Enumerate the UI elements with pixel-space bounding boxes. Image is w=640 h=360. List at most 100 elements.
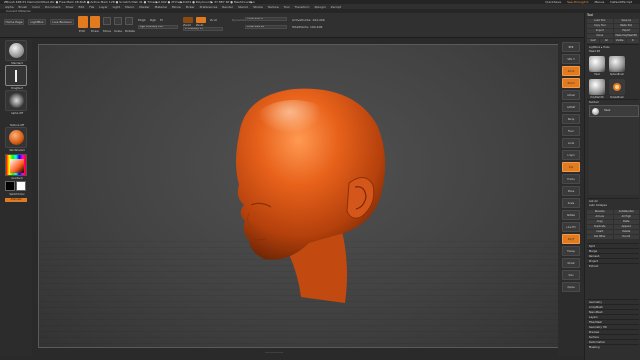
linefill-button[interactable]: Line Fill [562,222,580,232]
dynamic-label[interactable]: Dynamic [232,18,245,22]
spix-button[interactable]: SPix 3 [562,54,580,64]
m-label[interactable]: M [160,18,163,22]
save-as-button[interactable]: Save As [613,19,639,23]
delete-button[interactable]: Delete [613,230,639,234]
scale-icon[interactable] [114,17,122,25]
menu-edit[interactable]: Edit [78,5,84,9]
export-button[interactable]: Export [613,29,639,33]
z-intensity-slider[interactable]: Z Intensity 25 [183,27,223,31]
material-slot[interactable] [5,127,27,148]
draw-size-slider[interactable]: Draw Size 64 [245,25,287,29]
color-square[interactable] [10,159,24,173]
subtool-item[interactable]: Head [589,105,639,117]
zcut-label[interactable]: Zcut [210,18,217,22]
color-picker[interactable] [5,154,27,176]
import-button[interactable]: Import [587,29,613,33]
bpr-button[interactable]: BPR [562,42,580,52]
dragrect-stroke-slot[interactable] [5,65,27,86]
floor-button[interactable]: Floor [562,126,580,136]
primary-color-swatch[interactable] [16,181,26,191]
menu-preferences[interactable]: Preferences [200,5,218,9]
rgb-intensity-slider[interactable]: Rgb Intensity 100 [138,25,178,29]
menu-stroke[interactable]: Stroke [253,5,263,9]
home-page-button[interactable]: Home Page [4,19,24,25]
menu-picker[interactable]: Picker [186,5,195,9]
standard-brush-slot[interactable] [5,40,27,61]
head-model[interactable] [39,45,579,348]
menu-movie[interactable]: Movie [172,5,181,9]
menu-file[interactable]: File [89,5,94,9]
goz-all-button[interactable]: All [600,39,613,43]
move-view-button[interactable]: Move [562,186,580,196]
menu-transform[interactable]: Transform [295,5,310,9]
menu-texture[interactable]: Texture [268,5,279,9]
frame-button[interactable]: Frame [562,174,580,184]
lsym-button[interactable]: L.Sym [562,150,580,160]
tool-thumb-simple-brush[interactable]: SimpleBrush [609,79,625,99]
menu-draw[interactable]: Draw [66,5,74,9]
local-button[interactable]: Local [562,138,580,148]
auto-collapse-button[interactable]: Auto Collapse [587,203,639,208]
document-canvas[interactable] [38,44,579,348]
polyf-button[interactable]: PolyF [562,234,580,244]
del-all-button[interactable]: Del All [613,235,639,239]
menu-tool[interactable]: Tool [284,5,290,9]
lightbox-button[interactable]: LightBox [28,19,46,25]
paste-tool-button[interactable]: Paste Tool [613,24,639,28]
append-button[interactable]: Append [613,225,639,229]
ghost-button[interactable]: Ghost [562,258,580,268]
xyz-button[interactable]: Xyz [562,162,580,172]
rename-button[interactable]: Rename [587,210,613,214]
menu-light[interactable]: Light [113,5,121,9]
del-other-button[interactable]: Del Other [587,235,613,239]
menu-macro[interactable]: Macro [125,5,134,9]
masking-section[interactable]: Masking [587,344,639,349]
extract-button[interactable]: Extract [587,263,639,268]
all-high-button[interactable]: All High [613,215,639,219]
paste-button[interactable]: Paste [613,220,639,224]
menu-marker[interactable]: Marker [139,5,149,9]
tool-thumb-head[interactable]: Head [589,56,605,76]
xpose-button[interactable]: Xpose [562,282,580,292]
goz-r-button[interactable]: R [626,39,639,43]
menu-stencil[interactable]: Stencil [238,5,248,9]
tool-thumb-sphere[interactable]: SphereBrush [609,56,625,76]
draw-button[interactable] [90,16,100,28]
menu-render[interactable]: Render [222,5,233,9]
secondary-color-swatch[interactable] [5,181,15,191]
menu-alpha[interactable]: Alpha [5,5,14,9]
aahalf-button[interactable]: AAHalf [562,102,580,112]
move-icon[interactable] [103,17,111,25]
copy-tool-button[interactable]: Copy Tool [587,24,613,28]
rotate-icon[interactable] [125,17,133,25]
menu-layer[interactable]: Layer [99,5,107,9]
copy-button[interactable]: Copy [587,220,613,224]
transp-button[interactable]: Transp [562,246,580,256]
all-low-button[interactable]: All Low [587,215,613,219]
clone-button[interactable]: Clone [587,34,613,38]
scroll-button[interactable]: Scroll [562,66,580,76]
menu-zscript[interactable]: Zscript [331,5,341,9]
zoom-button[interactable]: Zoom [562,78,580,88]
actual-button[interactable]: Actual [562,90,580,100]
menu-material[interactable]: Material [155,5,167,9]
persp-button[interactable]: Persp [562,114,580,124]
focal-shift-slider[interactable]: Focal Shift 0 [245,17,287,21]
alternate-button[interactable]: Alternate [5,198,27,202]
rgb-label[interactable]: Rgb [150,18,156,22]
autoreorder-button[interactable]: AutoReorder [613,210,639,214]
load-tool-button[interactable]: Load Tool [587,19,613,23]
rotate-view-button[interactable]: Rotate [562,210,580,220]
mrgb-label[interactable]: Mrgb [138,18,146,22]
alpha-slot[interactable] [5,90,27,111]
edit-button[interactable] [78,16,88,28]
duplicate-button[interactable]: Duplicate [587,225,613,229]
scale-view-button[interactable]: Scale [562,198,580,208]
menu-zplugin[interactable]: Zplugin [314,5,325,9]
goz-visible-button[interactable]: Visible [613,39,626,43]
goz-button[interactable]: GoZ [587,39,600,43]
solo-button[interactable]: Solo [562,270,580,280]
tool-palette-title[interactable]: Tool [587,13,639,18]
tool-thumb-polymesh[interactable]: PolyMesh3D [589,79,605,99]
switch-color-label[interactable]: SwitchColor [5,193,29,196]
